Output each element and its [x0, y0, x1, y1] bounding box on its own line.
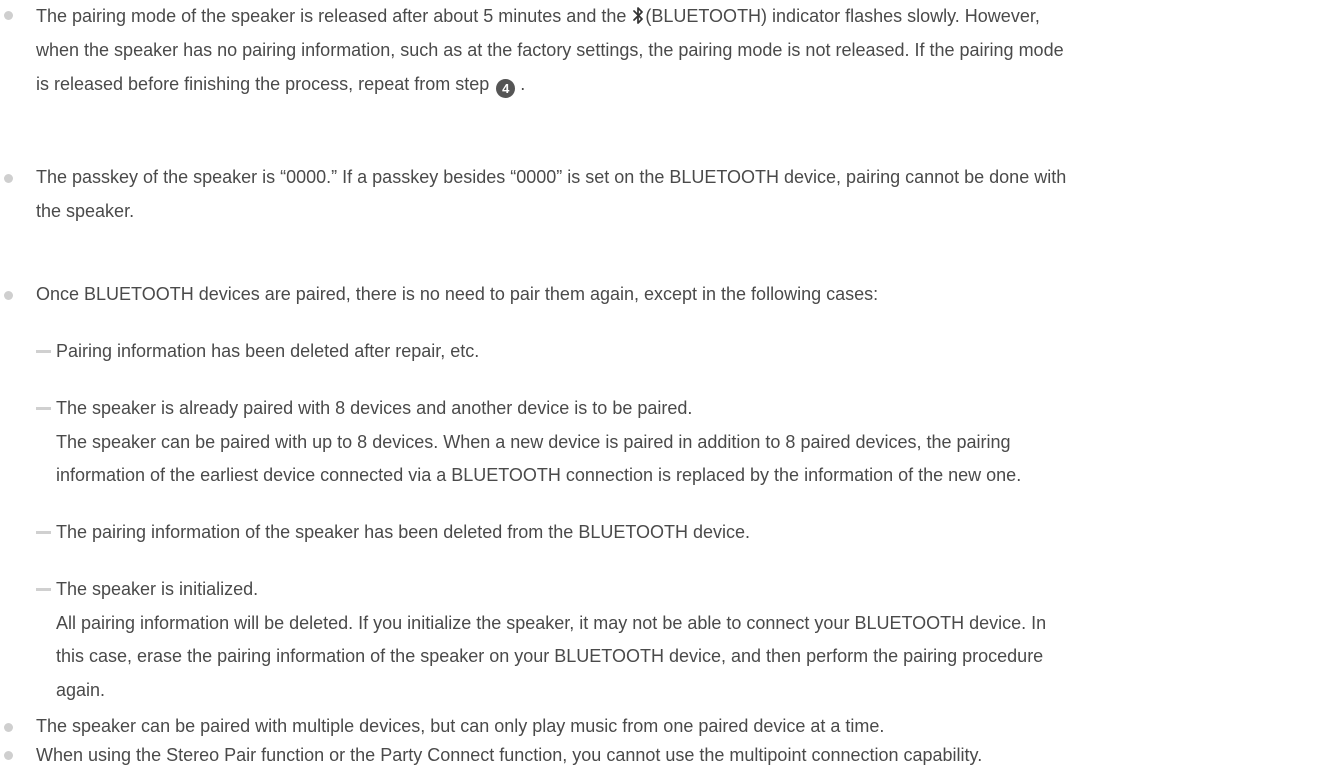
text-line: The speaker is initialized. [56, 579, 259, 599]
text-line: The pairing information of the speaker h… [56, 522, 751, 542]
dash-icon [36, 588, 51, 591]
dash-icon [36, 407, 51, 410]
text-line: Once BLUETOOTH devices are paired, there… [36, 284, 879, 304]
bullet-dot-icon [4, 751, 13, 760]
text-line: All pairing information will be deleted.… [56, 613, 1047, 633]
bullet-dot-icon [4, 174, 13, 183]
text-segment: is released before finishing the process… [36, 74, 495, 94]
text-line: The passkey of the speaker is “0000.” If… [36, 167, 1067, 187]
text-line: Pairing information has been deleted aft… [56, 341, 480, 361]
dash-icon [36, 531, 51, 534]
step-number-badge: 4 [496, 79, 516, 98]
text-line: The speaker can be paired with up to 8 d… [56, 432, 1011, 452]
bluetooth-icon [632, 7, 644, 28]
text-segment: . [515, 74, 526, 94]
bullet-dot-icon [4, 723, 13, 732]
text-line: information of the earliest device conne… [56, 465, 1022, 485]
text-line: again. [56, 680, 106, 700]
text-segment: (BLUETOOTH) indicator flashes slowly. Ho… [645, 6, 1040, 26]
text-line: the speaker. [36, 201, 135, 221]
text-line: The speaker can be paired with multiple … [36, 716, 885, 736]
bullet-dot-icon [4, 11, 13, 20]
bullet-dot-icon [4, 291, 13, 300]
text-segment: The pairing mode of the speaker is relea… [36, 6, 632, 26]
text-line: when the speaker has no pairing informat… [36, 40, 1064, 60]
text-line: When using the Stereo Pair function or t… [36, 745, 983, 765]
text-line: The pairing mode of the speaker is relea… [36, 6, 1040, 28]
dash-icon [36, 350, 51, 353]
text-line: this case, erase the pairing information… [56, 646, 1044, 666]
text-line: The speaker is already paired with 8 dev… [56, 398, 693, 418]
text-line: is released before finishing the process… [36, 74, 525, 98]
